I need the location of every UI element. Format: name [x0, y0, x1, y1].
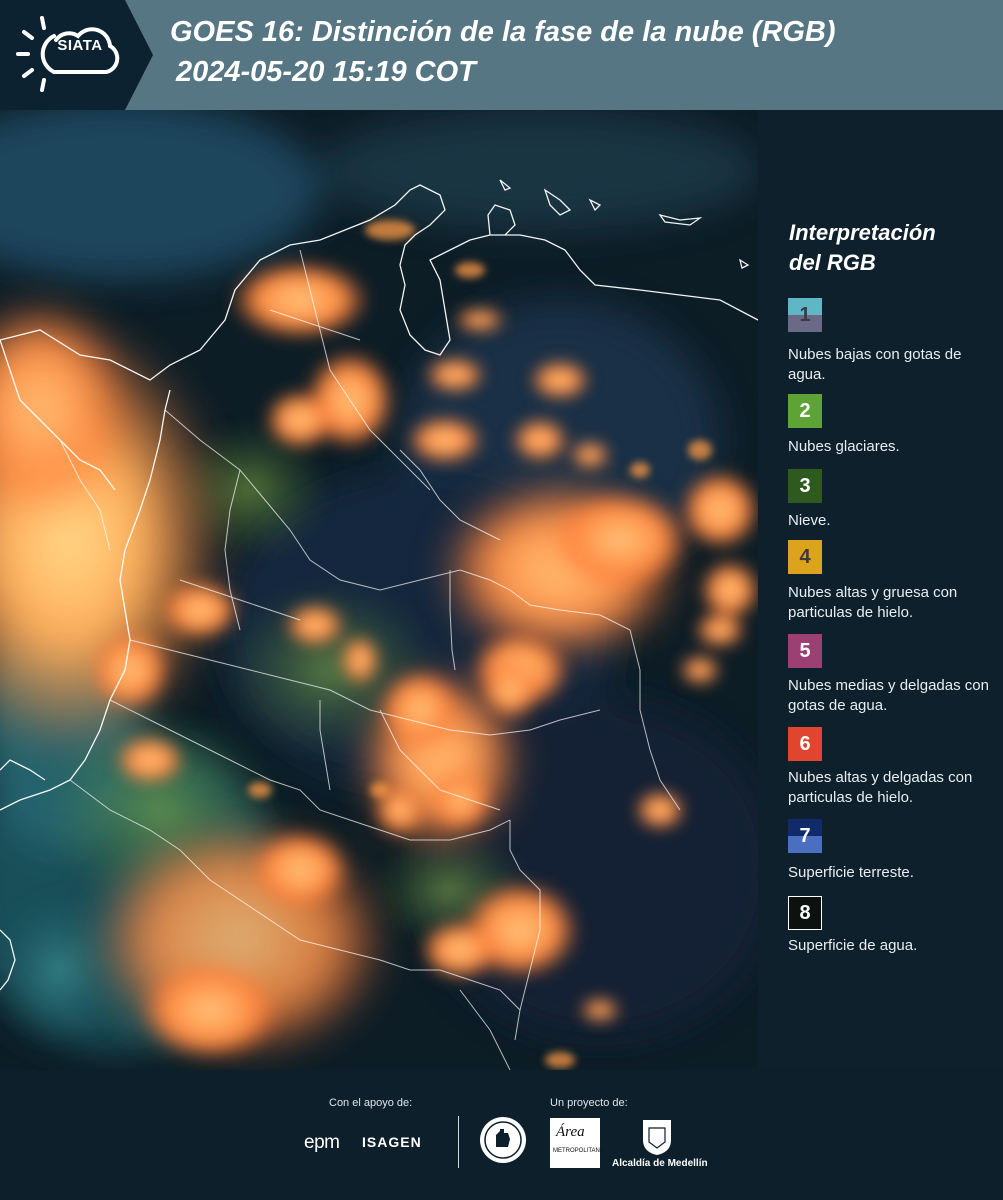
legend-swatch-3: 3	[788, 469, 822, 503]
legend-swatch-1: 1	[788, 298, 822, 332]
legend-swatch-4: 4	[788, 540, 822, 574]
header: SIATA GOES 16: Distinción de la fase de …	[0, 0, 1003, 110]
legend-text-8: Superficie de agua.	[788, 937, 918, 954]
footer-divider	[458, 1116, 459, 1168]
legend-number: 8	[799, 901, 811, 924]
legend-number: 1	[799, 303, 811, 326]
epm-logo: epm	[304, 1132, 340, 1153]
area-logo-text: Área	[556, 1124, 585, 1140]
legend-number: 6	[799, 732, 811, 755]
legend-panel: Interpretación del RGB 1 Nubes bajas con…	[758, 110, 1003, 1070]
legend-text-7: Superficie terreste.	[788, 864, 914, 881]
satellite-image	[0, 110, 758, 1070]
area-logo-sub: METROPOLITANA	[553, 1148, 604, 1154]
support-label: Con el apoyo de:	[329, 1097, 413, 1109]
satellite-map	[0, 110, 758, 1070]
legend-title-line1: Interpretación	[789, 220, 936, 245]
legend-number: 5	[799, 639, 811, 662]
legend-number: 3	[799, 474, 811, 497]
legend-number: 2	[799, 399, 811, 422]
legend-text-6: Nubes altas y delgadas con particulas de…	[788, 769, 973, 806]
legend-swatch-7: 7	[788, 819, 822, 853]
legend-title-line2: del RGB	[789, 250, 876, 275]
logo-text: SIATA	[57, 37, 103, 54]
alcaldia-shield-icon	[643, 1120, 671, 1155]
legend-text-1: Nubes bajas con gotas de agua.	[788, 346, 962, 383]
timestamp: 2024-05-20 15:19 COT	[176, 56, 476, 88]
alcaldia-label: Alcaldía de Medellín	[612, 1158, 708, 1169]
footer: Con el apoyo de: Un proyecto de: epm ISA…	[0, 1070, 1003, 1200]
area-metropolitana-logo: Área METROPOLITANA	[550, 1118, 604, 1168]
legend-title: Interpretación del RGB	[789, 218, 989, 278]
project-label: Un proyecto de:	[550, 1097, 628, 1109]
legend-swatch-5: 5	[788, 634, 822, 668]
legend-swatch-6: 6	[788, 727, 822, 761]
legend-text-4: Nubes altas y gruesa con particulas de h…	[788, 584, 958, 621]
isagen-logo: ISAGEN	[362, 1134, 422, 1150]
seal-icon	[480, 1117, 526, 1163]
legend-text-3: Nieve.	[788, 512, 831, 529]
legend-number: 4	[799, 545, 811, 568]
page-title: GOES 16: Distinción de la fase de la nub…	[170, 16, 836, 48]
legend-swatch-2: 2	[788, 394, 822, 428]
legend-text-2: Nubes glaciares.	[788, 438, 900, 455]
siata-logo	[16, 16, 120, 92]
legend-text-5: Nubes medias y delgadas con gotas de agu…	[788, 677, 989, 714]
legend-number: 7	[799, 824, 811, 847]
legend-swatch-8: 8	[788, 896, 822, 930]
